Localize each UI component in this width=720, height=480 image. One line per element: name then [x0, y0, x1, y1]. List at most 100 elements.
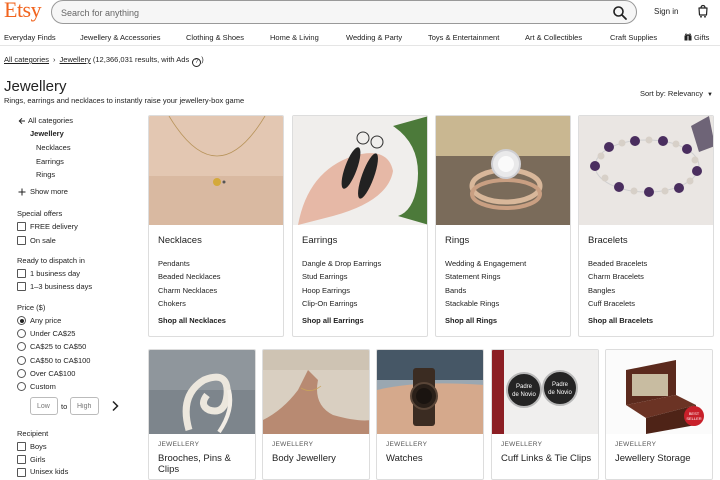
- one-three-days-label[interactable]: 1–3 business days: [30, 282, 92, 291]
- body-jewellery-image: [263, 350, 369, 434]
- search-bar[interactable]: [51, 0, 637, 24]
- category-card-earrings[interactable]: Earrings Dangle & Drop Earrings Stud Ear…: [292, 115, 428, 337]
- card-link[interactable]: Charm Necklaces: [158, 286, 217, 295]
- sidebar-all-categories[interactable]: All categories: [28, 116, 73, 125]
- shop-all-link[interactable]: Shop all Bracelets: [588, 316, 653, 325]
- one-three-days-checkbox[interactable]: [17, 282, 26, 291]
- card-title[interactable]: Brooches, Pins & Clips: [158, 453, 254, 475]
- card-title[interactable]: Necklaces: [158, 235, 202, 246]
- card-link[interactable]: Wedding & Engagement: [445, 259, 526, 268]
- page-title: Jewellery: [4, 78, 67, 95]
- girls-label[interactable]: Girls: [30, 455, 45, 464]
- price-50-100-label[interactable]: CA$50 to CA$100: [30, 356, 90, 365]
- price-under-25-label[interactable]: Under CA$25: [30, 329, 75, 338]
- one-day-checkbox[interactable]: [17, 269, 26, 278]
- breadcrumb-all-categories[interactable]: All categories: [4, 55, 49, 64]
- sort-dropdown[interactable]: Sort by: Relevancy ▼: [640, 89, 713, 98]
- category-card-necklaces[interactable]: Necklaces Pendants Beaded Necklaces Char…: [148, 115, 284, 337]
- sidebar-current-category: Jewellery: [30, 129, 64, 138]
- price-over-100-label[interactable]: Over CA$100: [30, 369, 75, 378]
- cart-icon[interactable]: [696, 4, 710, 18]
- card-link[interactable]: Cuff Bracelets: [588, 299, 635, 308]
- card-link[interactable]: Hoop Earrings: [302, 286, 350, 295]
- on-sale-label[interactable]: On sale: [30, 236, 56, 245]
- on-sale-checkbox[interactable]: [17, 236, 26, 245]
- price-25-50-label[interactable]: CA$25 to CA$50: [30, 342, 86, 351]
- price-any-radio[interactable]: [17, 316, 26, 325]
- nav-item-gifts[interactable]: Gifts: [694, 33, 709, 42]
- search-input[interactable]: [61, 4, 581, 21]
- card-title[interactable]: Cuff Links & Tie Clips: [501, 453, 597, 464]
- sidebar-item-earrings[interactable]: Earrings: [36, 157, 64, 166]
- card-link[interactable]: Bands: [445, 286, 466, 295]
- nav-item-wedding-party[interactable]: Wedding & Party: [346, 33, 402, 42]
- card-title[interactable]: Jewellery Storage: [615, 453, 711, 464]
- price-low-input[interactable]: [30, 397, 58, 415]
- category-nav: Everyday Finds Jewellery & Accessories C…: [0, 28, 720, 46]
- card-title[interactable]: Rings: [445, 235, 469, 246]
- category-card-body-jewellery[interactable]: JEWELLERY Body Jewellery: [262, 349, 370, 480]
- shop-all-link[interactable]: Shop all Necklaces: [158, 316, 226, 325]
- card-link[interactable]: Stackable Rings: [445, 299, 499, 308]
- show-more-link[interactable]: Show more: [30, 187, 68, 196]
- price-25-50-radio[interactable]: [17, 342, 26, 351]
- category-card-cufflinks[interactable]: Padre de Novio Padre de Novio JEWELLERY …: [491, 349, 599, 480]
- card-link[interactable]: Statement Rings: [445, 272, 500, 281]
- price-under-25-radio[interactable]: [17, 329, 26, 338]
- shop-all-link[interactable]: Shop all Earrings: [302, 316, 364, 325]
- price-custom-label[interactable]: Custom: [30, 382, 56, 391]
- card-title[interactable]: Earrings: [302, 235, 337, 246]
- category-card-watches[interactable]: JEWELLERY Watches: [376, 349, 484, 480]
- sidebar-item-necklaces[interactable]: Necklaces: [36, 143, 71, 152]
- category-card-bracelets[interactable]: Bracelets Beaded Bracelets Charm Bracele…: [578, 115, 714, 337]
- card-link[interactable]: Bangles: [588, 286, 615, 295]
- free-delivery-label[interactable]: FREE delivery: [30, 222, 78, 231]
- sign-in-link[interactable]: Sign in: [654, 7, 678, 16]
- card-link[interactable]: Charm Bracelets: [588, 272, 644, 281]
- card-link[interactable]: Stud Earrings: [302, 272, 347, 281]
- ring-image: [436, 116, 570, 225]
- chevron-right-icon[interactable]: [110, 400, 120, 412]
- search-icon[interactable]: [612, 5, 628, 21]
- unisex-kids-checkbox[interactable]: [17, 468, 26, 477]
- girls-checkbox[interactable]: [17, 455, 26, 464]
- etsy-logo[interactable]: Etsy: [4, 0, 42, 23]
- price-over-100-radio[interactable]: [17, 369, 26, 378]
- help-icon[interactable]: ?: [192, 58, 202, 67]
- one-day-label[interactable]: 1 business day: [30, 269, 80, 278]
- price-any-label[interactable]: Any price: [30, 316, 61, 325]
- category-card-jewellery-storage[interactable]: BEST SELLER JEWELLERY Jewellery Storage: [605, 349, 713, 480]
- nav-item-clothing-shoes[interactable]: Clothing & Shoes: [186, 33, 244, 42]
- card-link[interactable]: Beaded Bracelets: [588, 259, 647, 268]
- category-card-brooches[interactable]: JEWELLERY Brooches, Pins & Clips: [148, 349, 256, 480]
- nav-item-art-collectibles[interactable]: Art & Collectibles: [525, 33, 582, 42]
- unisex-kids-label[interactable]: Unisex kids: [30, 467, 68, 476]
- nav-item-toys-entertainment[interactable]: Toys & Entertainment: [428, 33, 499, 42]
- category-card-rings[interactable]: Rings Wedding & Engagement Statement Rin…: [435, 115, 571, 337]
- card-link[interactable]: Pendants: [158, 259, 190, 268]
- dispatch-heading: Ready to dispatch in: [17, 256, 85, 265]
- nav-item-craft-supplies[interactable]: Craft Supplies: [610, 33, 657, 42]
- card-link[interactable]: Chokers: [158, 299, 186, 308]
- price-50-100-radio[interactable]: [17, 356, 26, 365]
- card-title[interactable]: Body Jewellery: [272, 453, 368, 464]
- card-link[interactable]: Clip-On Earrings: [302, 299, 357, 308]
- price-high-input[interactable]: [70, 397, 99, 415]
- breadcrumb-jewellery[interactable]: Jewellery: [60, 55, 91, 64]
- price-custom-radio[interactable]: [17, 382, 26, 391]
- card-title[interactable]: Watches: [386, 453, 482, 464]
- nav-item-home-living[interactable]: Home & Living: [270, 33, 319, 42]
- shop-all-link[interactable]: Shop all Rings: [445, 316, 497, 325]
- results-count: (12,366,031 results, with Ads: [92, 55, 190, 64]
- card-link[interactable]: Beaded Necklaces: [158, 272, 221, 281]
- sidebar-item-rings[interactable]: Rings: [36, 170, 55, 179]
- free-delivery-checkbox[interactable]: [17, 222, 26, 231]
- card-link[interactable]: Dangle & Drop Earrings: [302, 259, 381, 268]
- nav-item-everyday-finds[interactable]: Everyday Finds: [4, 33, 56, 42]
- boys-checkbox[interactable]: [17, 442, 26, 451]
- nav-item-jewellery-accessories[interactable]: Jewellery & Accessories: [80, 33, 160, 42]
- boys-label[interactable]: Boys: [30, 442, 47, 451]
- price-heading: Price ($): [17, 303, 46, 312]
- special-offers-heading: Special offers: [17, 209, 63, 218]
- card-title[interactable]: Bracelets: [588, 235, 628, 246]
